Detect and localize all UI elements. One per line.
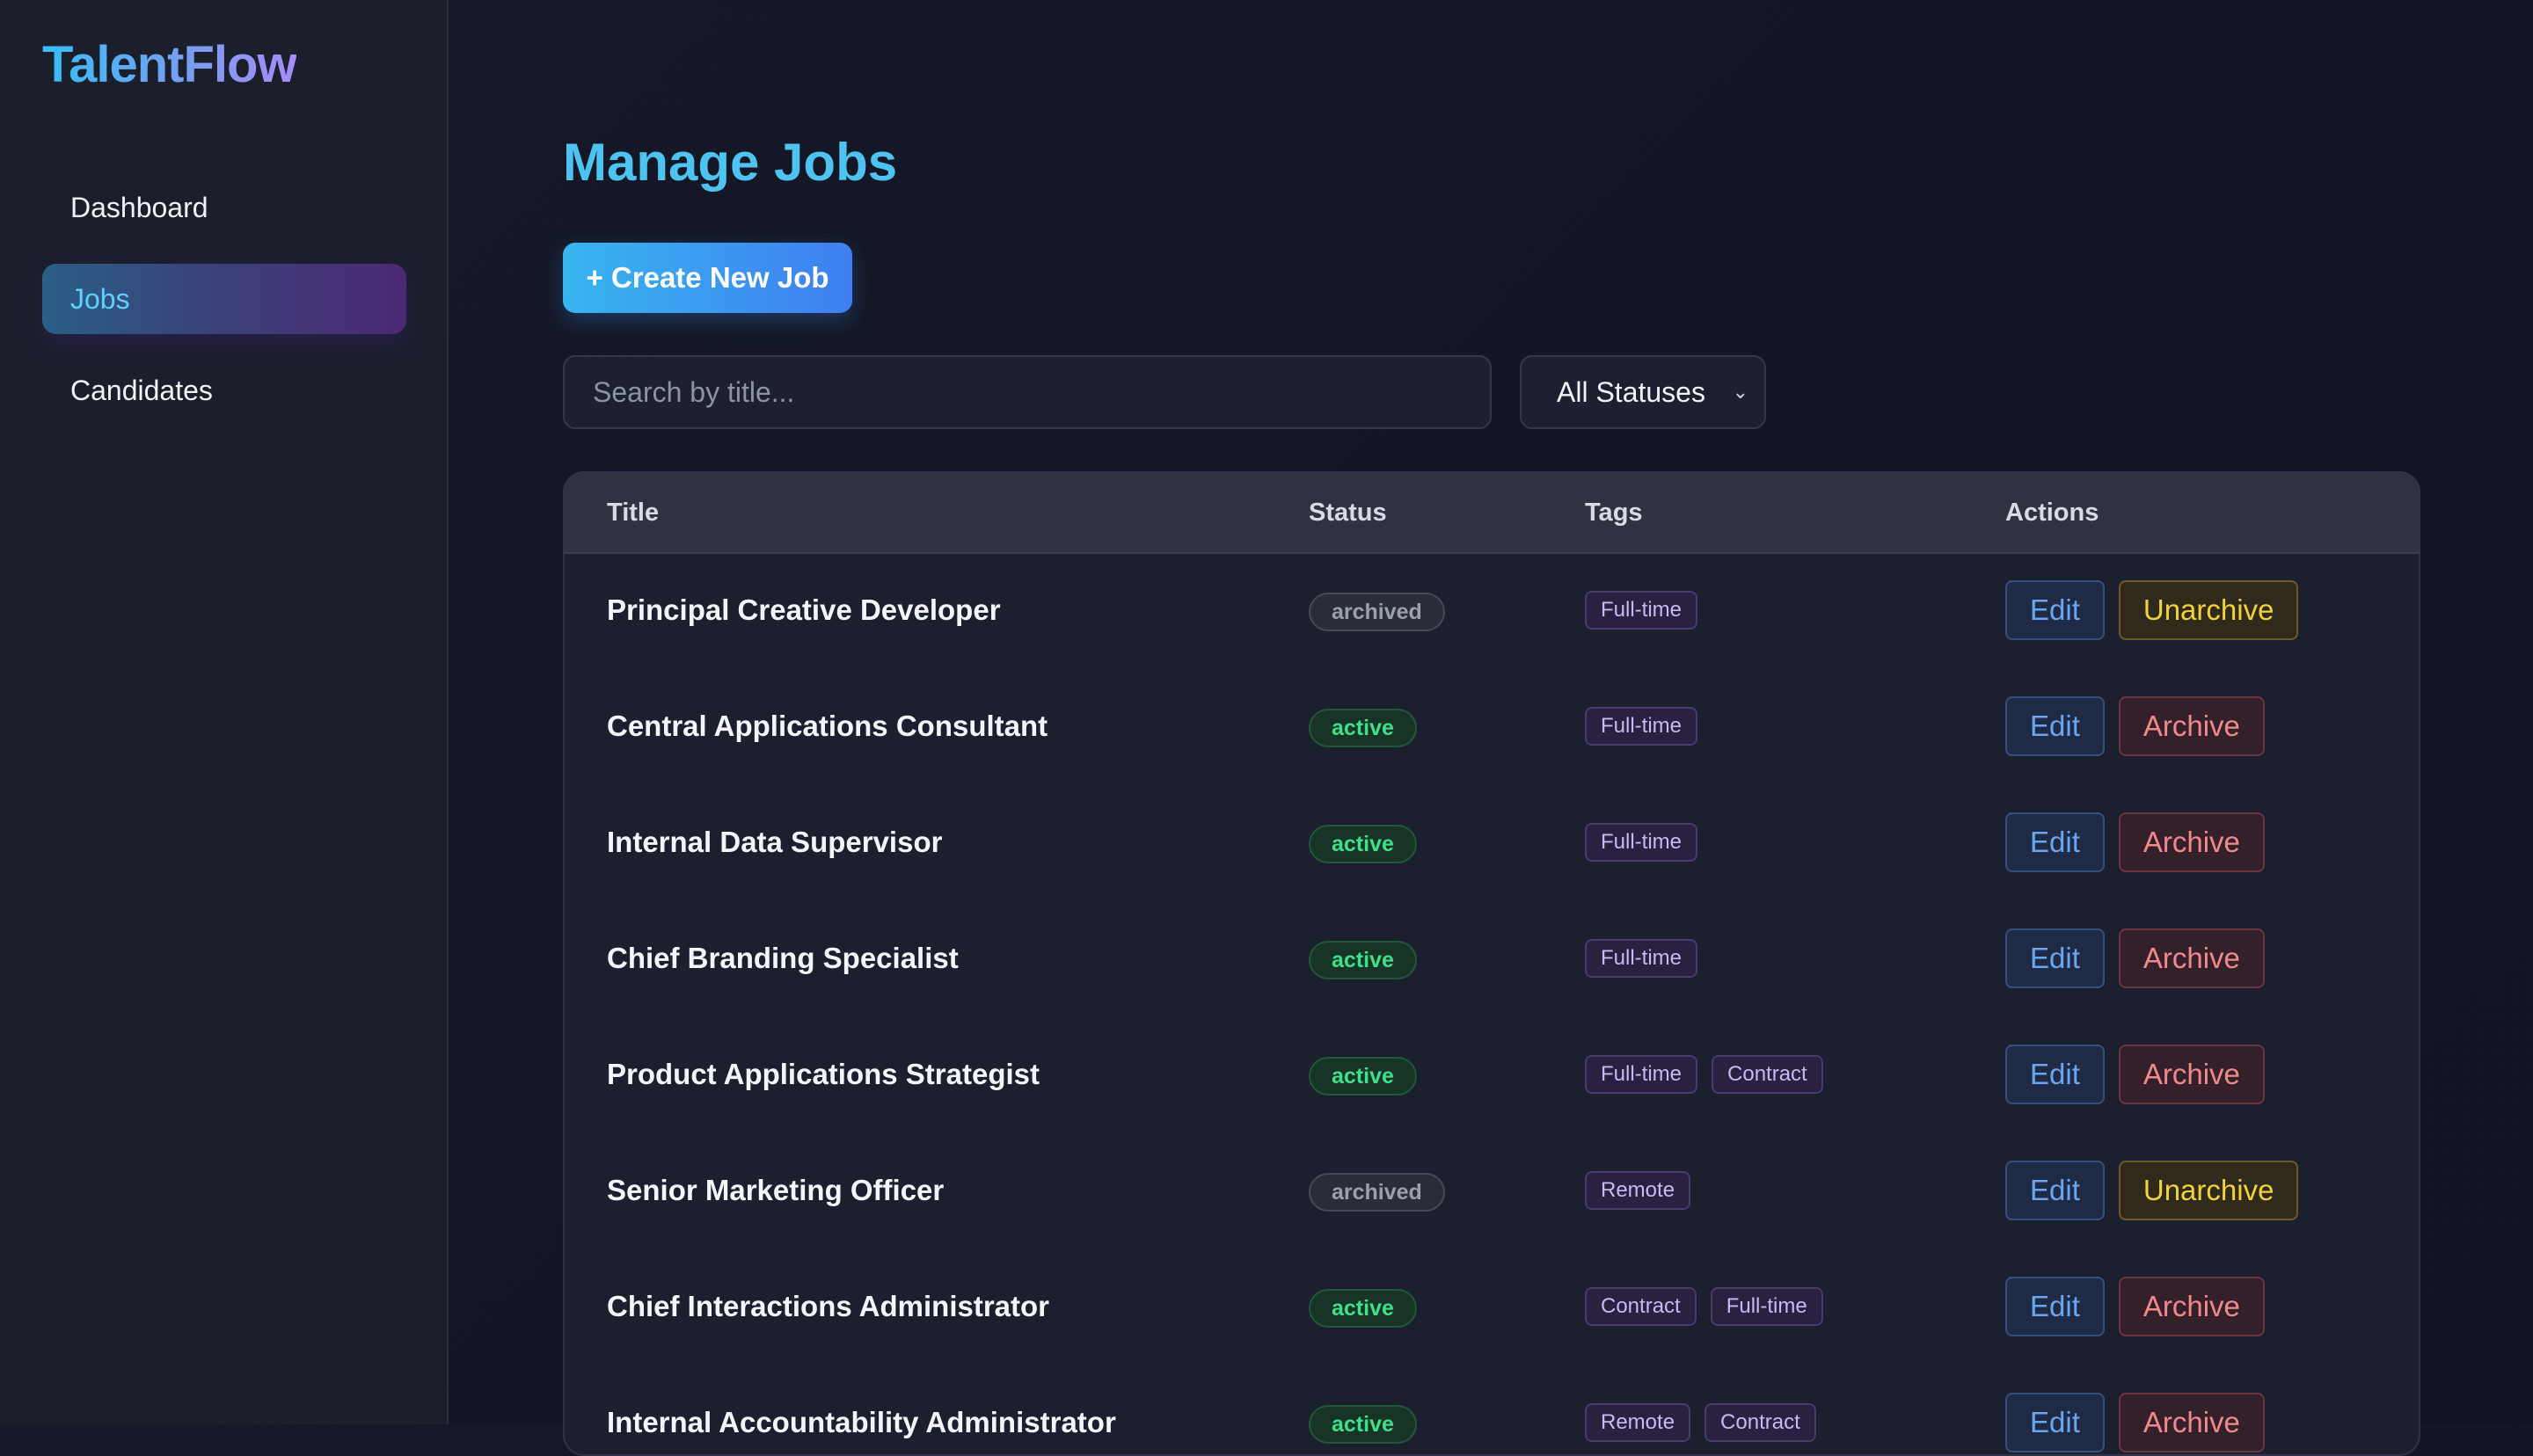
create-job-button[interactable]: + Create New Job (563, 243, 852, 313)
row-actions: Edit Archive (2005, 928, 2265, 988)
unarchive-button[interactable]: Unarchive (2118, 580, 2299, 640)
table-header: Title Status Tags Actions (565, 473, 2419, 554)
table-row: Senior Marketing Officer archived Remote Ed… (565, 1132, 2419, 1249)
table-row: Internal Data Supervisor active Full-time E… (565, 784, 2419, 900)
row-actions: Edit Archive (2005, 812, 2265, 872)
row-actions: Edit Unarchive (2005, 580, 2299, 640)
tag-list: Remote (1585, 1171, 1691, 1210)
chevron-down-icon: ⌄ (1732, 381, 1748, 403)
table-row: Central Applications Consultant active Ful… (565, 668, 2419, 784)
tag-list: Remote Contract (1585, 1403, 1816, 1442)
archive-button[interactable]: Archive (2118, 928, 2265, 988)
edit-button[interactable]: Edit (2005, 928, 2105, 988)
job-title: Central Applications Consultant (607, 710, 1048, 742)
job-title: Internal Accountability Administrator (607, 1406, 1116, 1438)
archive-button[interactable]: Archive (2118, 812, 2265, 872)
status-badge: archived (1309, 1173, 1445, 1212)
row-actions: Edit Archive (2005, 696, 2265, 756)
edit-button[interactable]: Edit (2005, 696, 2105, 756)
table-row: Chief Branding Specialist active Full-time… (565, 900, 2419, 1016)
tag-badge: Contract (1585, 1287, 1697, 1326)
tag-list: Full-time Contract (1585, 1055, 1823, 1094)
row-actions: Edit Archive (2005, 1277, 2265, 1336)
jobs-table: Title Status Tags Actions Principal Crea… (563, 471, 2420, 1456)
archive-button[interactable]: Archive (2118, 1045, 2265, 1104)
column-header-status: Status (1309, 499, 1387, 527)
tag-badge: Contract (1712, 1055, 1823, 1094)
tag-badge: Full-time (1585, 939, 1698, 978)
status-badge: active (1309, 1289, 1417, 1328)
tag-badge: Full-time (1585, 707, 1698, 746)
table-row: Principal Creative Developer archived Full… (565, 552, 2419, 668)
edit-button[interactable]: Edit (2005, 1161, 2105, 1220)
status-filter-value: All Statuses (1557, 376, 1705, 408)
archive-button[interactable]: Archive (2118, 1277, 2265, 1336)
tag-list: Full-time (1585, 939, 1698, 978)
column-header-tags: Tags (1585, 499, 1643, 527)
app-logo[interactable]: TalentFlow (42, 35, 297, 94)
table-row: Product Applications Strategist active Ful… (565, 1016, 2419, 1132)
archive-button[interactable]: Archive (2118, 696, 2265, 756)
status-badge: active (1309, 1057, 1417, 1096)
column-header-title: Title (607, 499, 660, 527)
row-actions: Edit Unarchive (2005, 1161, 2299, 1220)
job-title: Chief Interactions Administrator (607, 1290, 1050, 1322)
edit-button[interactable]: Edit (2005, 812, 2105, 872)
row-actions: Edit Archive (2005, 1045, 2265, 1104)
status-badge: active (1309, 941, 1417, 979)
tag-badge: Full-time (1585, 823, 1698, 862)
sidebar-item-jobs[interactable]: Jobs (42, 264, 406, 334)
tag-badge: Full-time (1585, 591, 1698, 630)
tag-badge: Full-time (1585, 1055, 1698, 1094)
edit-button[interactable]: Edit (2005, 1393, 2105, 1452)
tag-list: Full-time (1585, 823, 1698, 862)
sidebar-item-candidates[interactable]: Candidates (42, 355, 406, 426)
job-title: Senior Marketing Officer (607, 1174, 945, 1206)
tag-badge: Remote (1585, 1403, 1691, 1442)
tag-list: Full-time (1585, 591, 1698, 630)
status-badge: active (1309, 825, 1417, 863)
tag-list: Contract Full-time (1585, 1287, 1823, 1326)
status-badge: active (1309, 709, 1417, 747)
status-badge: active (1309, 1405, 1417, 1444)
sidebar: TalentFlow Dashboard Jobs Candidates (0, 0, 449, 1424)
page-title: Manage Jobs (563, 133, 898, 192)
search-input[interactable] (563, 355, 1492, 429)
unarchive-button[interactable]: Unarchive (2118, 1161, 2299, 1220)
column-header-actions: Actions (2005, 499, 2099, 527)
job-title: Chief Branding Specialist (607, 942, 959, 974)
tag-badge: Contract (1704, 1403, 1816, 1442)
row-actions: Edit Archive (2005, 1393, 2265, 1452)
tag-badge: Remote (1585, 1171, 1691, 1210)
tag-list: Full-time (1585, 707, 1698, 746)
edit-button[interactable]: Edit (2005, 1045, 2105, 1104)
job-title: Principal Creative Developer (607, 593, 1001, 626)
edit-button[interactable]: Edit (2005, 580, 2105, 640)
status-filter-select[interactable]: All Statuses ⌄ (1520, 355, 1766, 429)
table-row: Internal Accountability Administrator act… (565, 1365, 2419, 1454)
edit-button[interactable]: Edit (2005, 1277, 2105, 1336)
status-badge: archived (1309, 593, 1445, 631)
archive-button[interactable]: Archive (2118, 1393, 2265, 1452)
sidebar-item-dashboard[interactable]: Dashboard (42, 172, 406, 243)
job-title: Internal Data Supervisor (607, 826, 943, 858)
table-row: Chief Interactions Administrator active Co… (565, 1249, 2419, 1365)
job-title: Product Applications Strategist (607, 1058, 1040, 1090)
tag-badge: Full-time (1710, 1287, 1823, 1326)
